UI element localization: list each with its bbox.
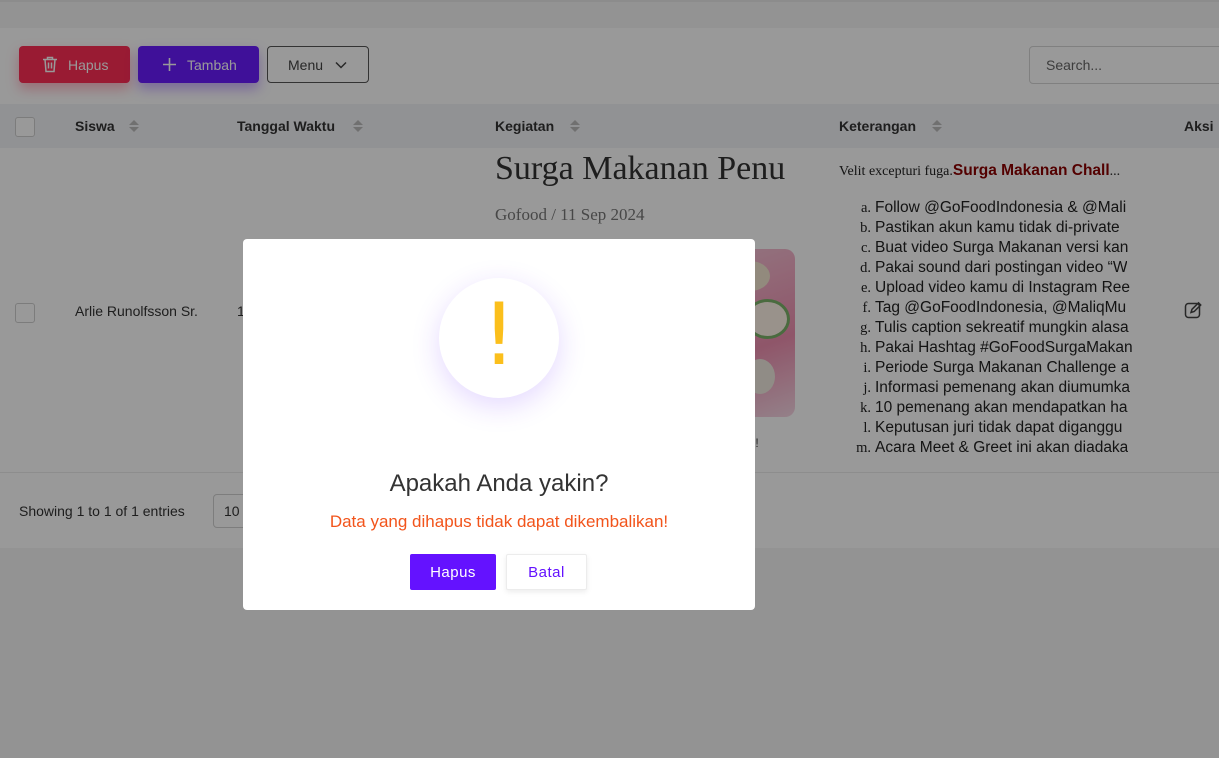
warning-glyph: ! bbox=[481, 285, 517, 385]
dialog-message: Data yang dihapus tidak dapat dikembalik… bbox=[329, 512, 669, 531]
cancel-button[interactable]: Batal bbox=[506, 554, 587, 590]
warning-icon: ! bbox=[439, 278, 559, 398]
confirm-dialog: ! Apakah Anda yakin? Data yang dihapus t… bbox=[243, 239, 755, 610]
dialog-title: Apakah Anda yakin? bbox=[389, 470, 609, 497]
confirm-delete-button[interactable]: Hapus bbox=[410, 554, 496, 590]
